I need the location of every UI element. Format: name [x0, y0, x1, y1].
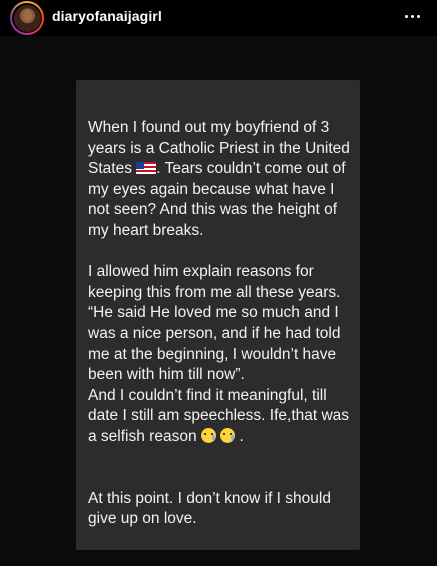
crying-face-icon — [220, 427, 236, 443]
post-header: diaryofanaijagirl — [0, 0, 437, 36]
story-ring[interactable] — [10, 1, 44, 35]
paragraph-1: When I found out my boyfriend of 3 years… — [88, 119, 350, 239]
more-options-icon[interactable] — [397, 4, 427, 28]
sad-relieved-face-icon — [200, 427, 216, 443]
paragraph-3: And I couldn’t find it meaningful, till … — [88, 386, 350, 445]
paragraph-4: At this point. I don’t know if I should … — [88, 489, 331, 528]
paragraph-2: I allowed him explain reasons for keepin… — [88, 263, 341, 384]
username-link[interactable]: diaryofanaijagirl — [52, 8, 162, 24]
us-flag-icon — [136, 162, 157, 175]
avatar[interactable] — [13, 4, 41, 32]
post-text: When I found out my boyfriend of 3 years… — [88, 118, 356, 530]
